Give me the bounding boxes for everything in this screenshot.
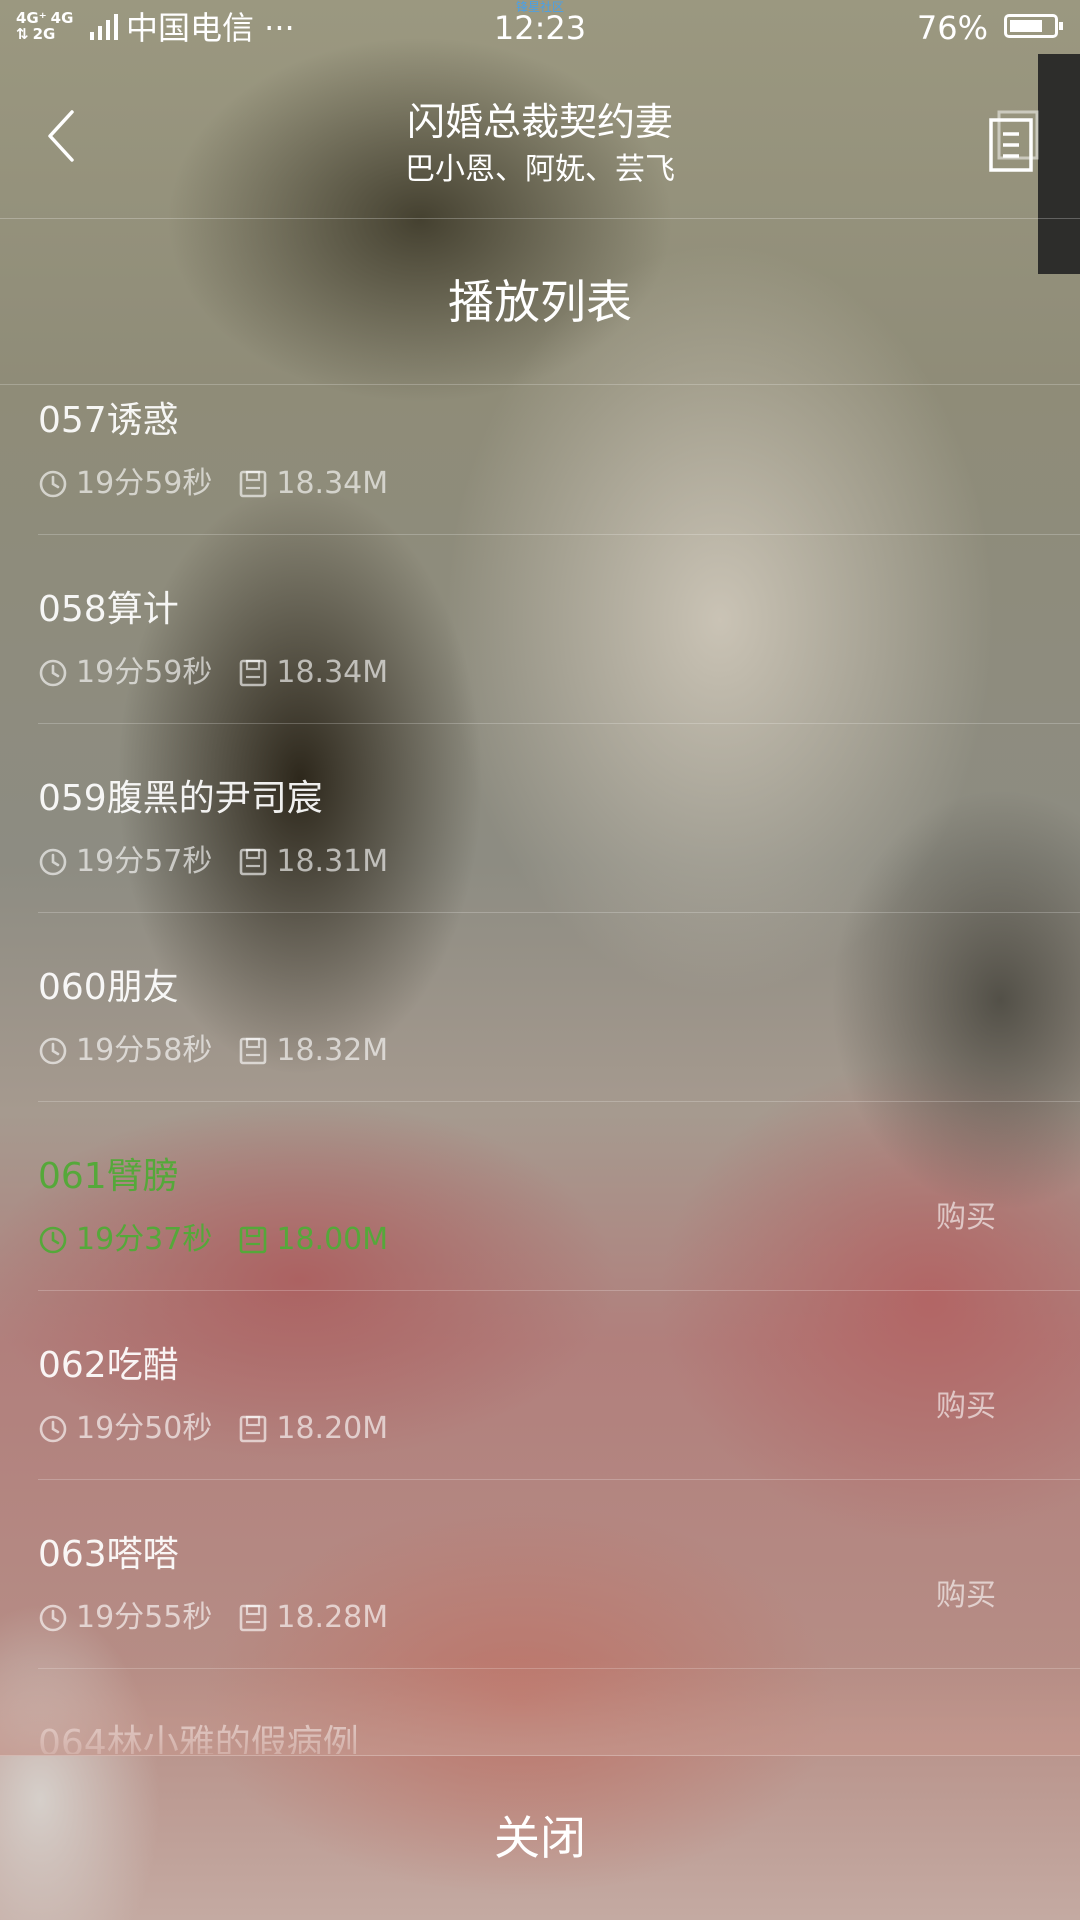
file-size-icon <box>240 1226 267 1254</box>
episode-duration: 19分59秒 <box>76 466 213 501</box>
episode-duration: 19分59秒 <box>76 655 213 690</box>
buy-button[interactable]: 购买 <box>936 1198 996 1238</box>
episode-row[interactable]: 058算计 19分59秒 18.34M <box>0 535 1080 724</box>
episode-size: 18.34M <box>276 466 389 501</box>
file-size-icon <box>240 470 267 498</box>
episode-row[interactable]: 064林小雅的假病例 <box>0 1669 1080 1754</box>
episode-duration: 19分55秒 <box>76 1600 213 1635</box>
episode-title: 063嗒嗒 <box>38 1534 179 1575</box>
episode-size: 18.34M <box>276 655 389 690</box>
episode-size: 18.20M <box>276 1411 389 1446</box>
file-size-icon <box>240 1037 267 1065</box>
episode-meta: 19分37秒 18.00M <box>38 1220 388 1260</box>
battery-icon <box>1004 14 1063 38</box>
episode-title: 058算计 <box>38 589 179 630</box>
episode-meta: 19分59秒 18.34M <box>38 653 388 693</box>
file-size-icon <box>240 1415 267 1443</box>
battery-percent: 76% <box>916 9 988 47</box>
episode-row[interactable]: 057诱惑 19分59秒 18.34M <box>0 386 1080 535</box>
episode-meta: 19分55秒 18.28M <box>38 1598 388 1638</box>
episode-row[interactable]: 062吃醋 19分50秒 18.20M 购买 <box>0 1291 1080 1480</box>
clock-icon <box>39 848 67 876</box>
album-authors: 巴小恩、阿妩、芸飞 <box>405 152 675 187</box>
episode-row[interactable]: 063嗒嗒 19分55秒 18.28M 购买 <box>0 1480 1080 1669</box>
episode-title: 062吃醋 <box>38 1345 179 1386</box>
episode-list-inner: 057诱惑 19分59秒 18.34M 058算计 19分59秒 18.34M 059腹黑的… <box>0 386 1080 1754</box>
episode-duration: 19分50秒 <box>76 1411 213 1446</box>
episode-size: 18.00M <box>276 1222 389 1257</box>
clock-icon <box>39 659 67 687</box>
episode-row[interactable]: 060朋友 19分58秒 18.32M <box>0 913 1080 1102</box>
file-size-icon <box>240 1604 267 1632</box>
clock-icon <box>39 1226 67 1254</box>
header-divider <box>0 218 1080 219</box>
episode-row-playing[interactable]: 061臂膀 19分37秒 18.00M 购买 <box>0 1102 1080 1291</box>
clock-icon <box>39 1037 67 1065</box>
battery-level <box>1010 20 1042 32</box>
episode-meta: 19分57秒 18.31M <box>38 842 388 882</box>
episode-duration: 19分58秒 <box>76 1033 213 1068</box>
close-button[interactable]: 关闭 <box>0 1756 1080 1920</box>
document-list-icon <box>989 110 1039 172</box>
episode-title: 064林小雅的假病例 <box>38 1723 359 1754</box>
status-bar: 4G⁺ 4G ⇅ 2G 中国电信 ··· 锋星社区 12:23 76% <box>0 0 1080 54</box>
episode-size: 18.31M <box>276 844 389 879</box>
buy-button[interactable]: 购买 <box>936 1576 996 1616</box>
episode-title: 057诱惑 <box>38 400 179 441</box>
clock-icon <box>39 1604 67 1632</box>
episode-duration: 19分57秒 <box>76 844 213 879</box>
episode-title: 059腹黑的尹司宸 <box>38 778 323 819</box>
panel-divider <box>0 384 1080 385</box>
buy-button[interactable]: 购买 <box>936 1387 996 1427</box>
episode-title: 061臂膀 <box>38 1156 179 1197</box>
episode-title: 060朋友 <box>38 967 179 1008</box>
episode-meta: 19分59秒 18.34M <box>38 464 388 504</box>
player-screen: 4G⁺ 4G ⇅ 2G 中国电信 ··· 锋星社区 12:23 76% 闪婚总裁契约… <box>0 0 1080 1920</box>
episode-row[interactable]: 059腹黑的尹司宸 19分57秒 18.31M <box>0 724 1080 913</box>
episode-meta: 19分50秒 18.20M <box>38 1409 388 1449</box>
episode-meta: 19分58秒 18.32M <box>38 1031 388 1071</box>
file-size-icon <box>240 848 267 876</box>
clock-icon <box>39 470 67 498</box>
episode-size: 18.28M <box>276 1600 389 1635</box>
playlist-button[interactable] <box>985 106 1045 176</box>
clock-icon <box>39 1415 67 1443</box>
episode-duration: 19分37秒 <box>76 1222 213 1257</box>
file-size-icon <box>240 659 267 687</box>
episode-size: 18.32M <box>276 1033 389 1068</box>
album-title: 闪婚总裁契约妻 <box>406 100 673 144</box>
playlist-title: 播放列表 <box>448 275 632 329</box>
header: 闪婚总裁契约妻 巴小恩、阿妩、芸飞 <box>0 54 1080 274</box>
episode-list[interactable]: 057诱惑 19分59秒 18.34M 058算计 19分59秒 18.34M 059腹黑的… <box>0 386 1080 1754</box>
